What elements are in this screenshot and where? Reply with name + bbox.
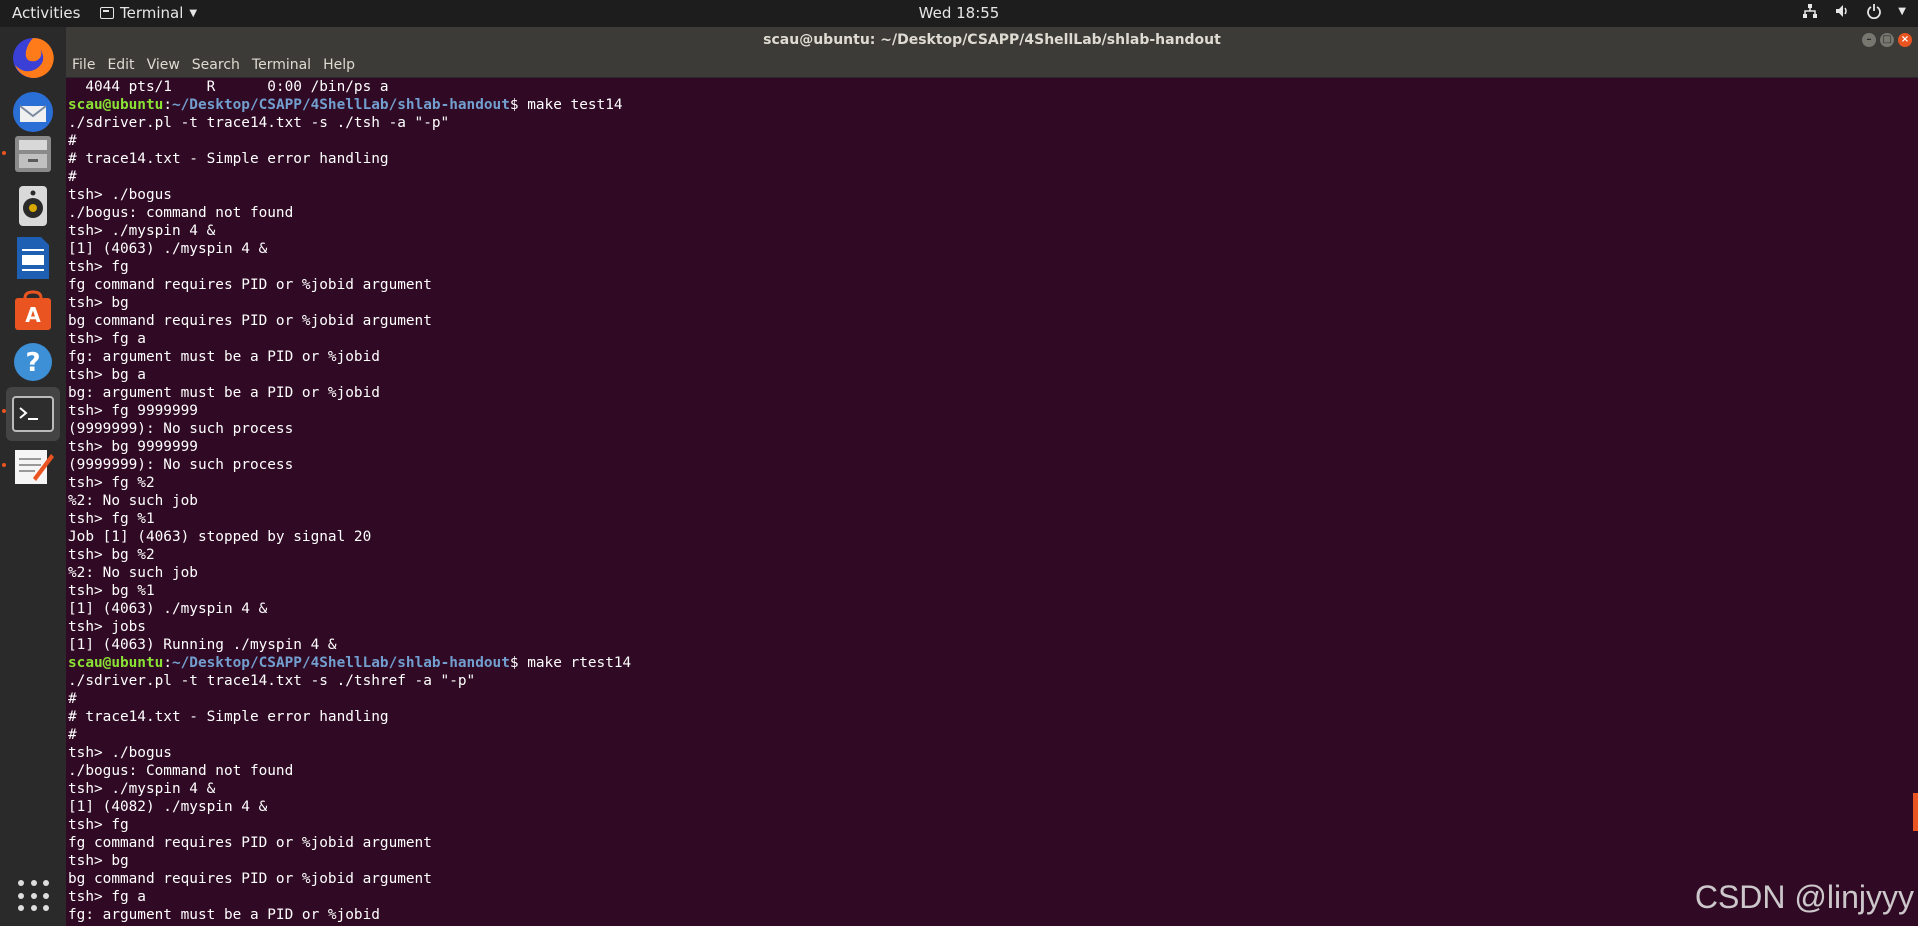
clock[interactable]: Wed 18:55 (0, 4, 1918, 22)
terminal-output[interactable]: 4044 pts/1 R 0:00 /bin/ps a scau@ubuntu:~… (66, 78, 1918, 926)
terminal-line: [1] (4063) ./myspin 4 & (68, 241, 268, 257)
text-editor-icon (15, 450, 54, 484)
prompt-command: $ make rtest14 (509, 655, 632, 671)
terminal-line: tsh> fg 9999999 (68, 403, 198, 419)
writer-icon (17, 237, 49, 279)
maximize-button[interactable]: □ (1880, 33, 1894, 47)
files-icon (15, 136, 51, 172)
terminal-line: %2: No such job (68, 565, 198, 581)
menu-search[interactable]: Search (192, 57, 240, 73)
terminal-line: bg: argument must be a PID or %jobid (68, 385, 380, 401)
terminal-line: scau@ubuntu:~/Desktop/CSAPP/4ShellLab/sh… (68, 96, 1918, 114)
terminal-line: ./bogus: Command not found (68, 763, 294, 779)
terminal-line: tsh> fg (68, 259, 129, 275)
terminal-line: tsh> bg (68, 853, 129, 869)
terminal-line: ./sdriver.pl -t trace14.txt -s ./tsh -a … (68, 115, 450, 131)
network-icon (1803, 4, 1818, 18)
terminal-line: tsh> fg %2 (68, 475, 155, 491)
firefox-launcher[interactable] (6, 31, 60, 85)
terminal-line: # (68, 133, 77, 149)
terminal-line: tsh> fg a (68, 889, 146, 905)
terminal-line: fg: argument must be a PID or %jobid (68, 349, 380, 365)
prompt-separator: : (163, 655, 172, 671)
menu-view[interactable]: View (147, 57, 180, 73)
watermark: CSDN @linjyyy (1694, 879, 1914, 915)
terminal-line: (9999999): No such process (68, 421, 294, 437)
terminal-line: (9999999): No such process (68, 457, 294, 473)
terminal-line: ./bogus: command not found (68, 205, 294, 221)
terminal-line: ./sdriver.pl -t trace14.txt -s ./tshref … (68, 673, 476, 689)
top-bar: Activities Terminal ▼ Wed 18:55 ▼ (0, 0, 1918, 27)
terminal-icon (12, 396, 54, 432)
terminal-line: # (68, 169, 77, 185)
terminal-line: fg command requires PID or %jobid argume… (68, 277, 432, 293)
terminal-line: tsh> fg %1 (68, 511, 155, 527)
terminal-line: tsh> jobs (68, 619, 146, 635)
power-icon (1867, 4, 1882, 19)
prompt-path: ~/Desktop/CSAPP/4ShellLab/shlab-handout (171, 97, 510, 113)
terminal-line: tsh> bg %1 (68, 583, 155, 599)
prompt-user: scau@ubuntu (68, 655, 164, 671)
terminal-line: bg command requires PID or %jobid argume… (68, 313, 432, 329)
svg-text:?: ? (25, 348, 40, 378)
window-title: scau@ubuntu: ~/Desktop/CSAPP/4ShellLab/s… (763, 32, 1221, 48)
terminal-line: fg: argument must be a PID or %jobid (68, 907, 380, 923)
terminal-line: tsh> bg 9999999 (68, 439, 198, 455)
window-titlebar[interactable]: scau@ubuntu: ~/Desktop/CSAPP/4ShellLab/s… (66, 27, 1918, 53)
menu-terminal[interactable]: Terminal (252, 57, 311, 73)
scrollbar-thumb[interactable] (1913, 793, 1918, 831)
terminal-window: scau@ubuntu: ~/Desktop/CSAPP/4ShellLab/s… (66, 27, 1918, 926)
terminal-line: bg command requires PID or %jobid argume… (68, 871, 432, 887)
terminal-line: tsh> ./myspin 4 & (68, 781, 216, 797)
menu-help[interactable]: Help (323, 57, 355, 73)
dock: A ? (0, 27, 66, 926)
show-applications-button[interactable] (18, 880, 50, 912)
menu-bar: File Edit View Search Terminal Help (66, 53, 1918, 78)
terminal-line: [1] (4063) Running ./myspin 4 & (68, 637, 337, 653)
prompt-separator: : (163, 97, 172, 113)
writer-launcher[interactable] (6, 231, 60, 285)
terminal-line: [1] (4063) ./myspin 4 & (68, 601, 268, 617)
svg-text:A: A (25, 303, 41, 327)
system-tray[interactable]: ▼ (1802, 3, 1906, 19)
help-launcher[interactable]: ? (6, 335, 60, 389)
rhythmbox-launcher[interactable] (6, 179, 60, 233)
terminal-line: # trace14.txt - Simple error handling (68, 151, 389, 167)
software-icon: A (15, 290, 51, 330)
terminal-line: Job [1] (4063) stopped by signal 20 (68, 529, 372, 545)
terminal-line: scau@ubuntu:~/Desktop/CSAPP/4ShellLab/sh… (68, 654, 1918, 672)
terminal-line: %2: No such job (68, 493, 198, 509)
terminal-line: tsh> bg (68, 295, 129, 311)
firefox-icon (13, 37, 54, 78)
terminal-line: tsh> ./bogus (68, 187, 172, 203)
terminal-line: # trace14.txt - Simple error handling (68, 709, 389, 725)
prompt-command: $ make test14 (509, 97, 623, 113)
terminal-launcher[interactable] (6, 387, 60, 441)
menu-edit[interactable]: Edit (107, 57, 134, 73)
terminal-line: tsh> ./bogus (68, 745, 172, 761)
terminal-line: tsh> fg a (68, 331, 146, 347)
files-launcher[interactable] (6, 127, 60, 181)
menu-file[interactable]: File (72, 57, 95, 73)
text-editor-launcher[interactable] (6, 439, 60, 493)
terminal-line: tsh> bg %2 (68, 547, 155, 563)
terminal-line: tsh> fg (68, 817, 129, 833)
terminal-line: # (68, 691, 77, 707)
help-icon: ? (14, 343, 52, 381)
terminal-line: fg command requires PID or %jobid argume… (68, 835, 432, 851)
terminal-line: 4044 pts/1 R 0:00 /bin/ps a (68, 79, 389, 95)
rhythmbox-icon (19, 186, 47, 226)
terminal-line: [1] (4082) ./myspin 4 & (68, 799, 268, 815)
prompt-user: scau@ubuntu (68, 97, 164, 113)
terminal-line: tsh> bg a (68, 367, 146, 383)
software-launcher[interactable]: A (6, 283, 60, 337)
volume-icon (1836, 5, 1848, 17)
prompt-path: ~/Desktop/CSAPP/4ShellLab/shlab-handout (171, 655, 510, 671)
terminal-line: # (68, 727, 77, 743)
close-button[interactable]: × (1898, 33, 1912, 47)
minimize-button[interactable]: – (1862, 33, 1876, 47)
terminal-line: tsh> ./myspin 4 & (68, 223, 216, 239)
chevron-down-icon: ▼ (1898, 5, 1906, 17)
